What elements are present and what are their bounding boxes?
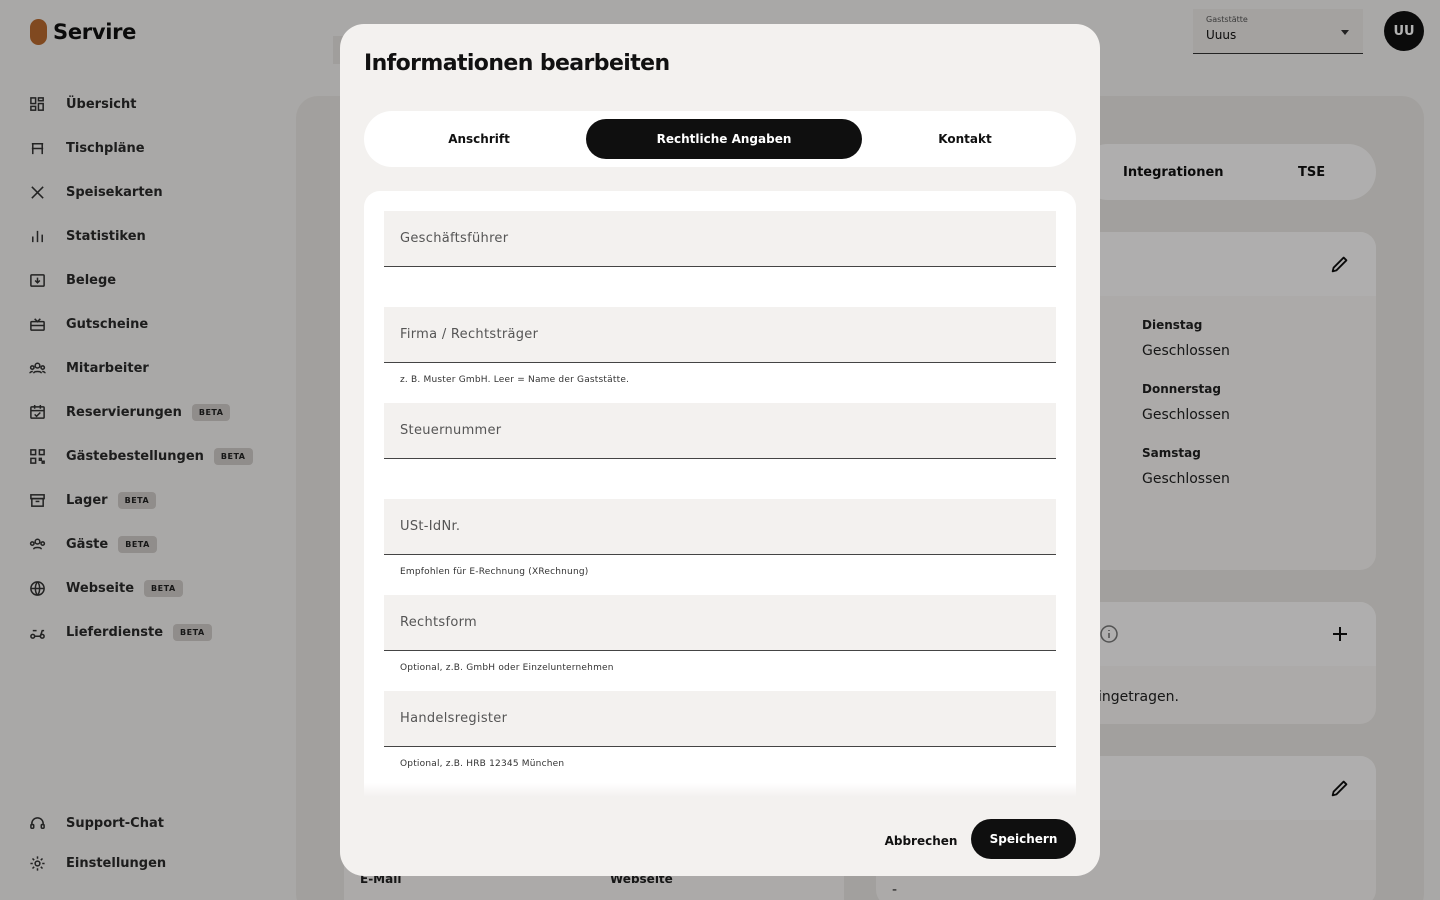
rechtsform-field[interactable] (384, 595, 1056, 651)
handelsregister-input[interactable] (384, 691, 1056, 746)
scroll-fade (364, 783, 1076, 797)
tab-rechtliche-angaben[interactable]: Rechtliche Angaben (586, 119, 862, 159)
ust-id-field[interactable] (384, 499, 1056, 555)
geschaeftsfuehrer-field[interactable] (384, 211, 1056, 267)
firma-input[interactable] (384, 307, 1056, 362)
ust-id-input[interactable] (384, 499, 1056, 554)
firma-hint: z. B. Muster GmbH. Leer = Name der Gasts… (400, 375, 630, 385)
legal-form: z. B. Muster GmbH. Leer = Name der Gasts… (364, 191, 1076, 797)
rechtsform-input[interactable] (384, 595, 1056, 650)
steuernummer-field[interactable] (384, 403, 1056, 459)
steuernummer-input[interactable] (384, 403, 1056, 458)
handelsregister-hint: Optional, z.B. HRB 12345 München (400, 759, 565, 769)
dialog-title: Informationen bearbeiten (364, 51, 670, 76)
save-button[interactable]: Speichern (971, 819, 1076, 859)
geschaeftsfuehrer-input[interactable] (384, 211, 1056, 266)
dialog-tabs: Anschrift Rechtliche Angaben Kontakt (364, 111, 1076, 167)
rechtsform-hint: Optional, z.B. GmbH oder Einzelunternehm… (400, 663, 614, 673)
cancel-button[interactable]: Abbrechen (880, 824, 962, 858)
tab-anschrift[interactable]: Anschrift (372, 119, 586, 159)
firma-field[interactable] (384, 307, 1056, 363)
tab-kontakt[interactable]: Kontakt (862, 119, 1068, 159)
ust-id-hint: Empfohlen für E-Rechnung (XRechnung) (400, 567, 589, 577)
edit-information-dialog: Informationen bearbeiten Anschrift Recht… (340, 24, 1100, 876)
handelsregister-field[interactable] (384, 691, 1056, 747)
